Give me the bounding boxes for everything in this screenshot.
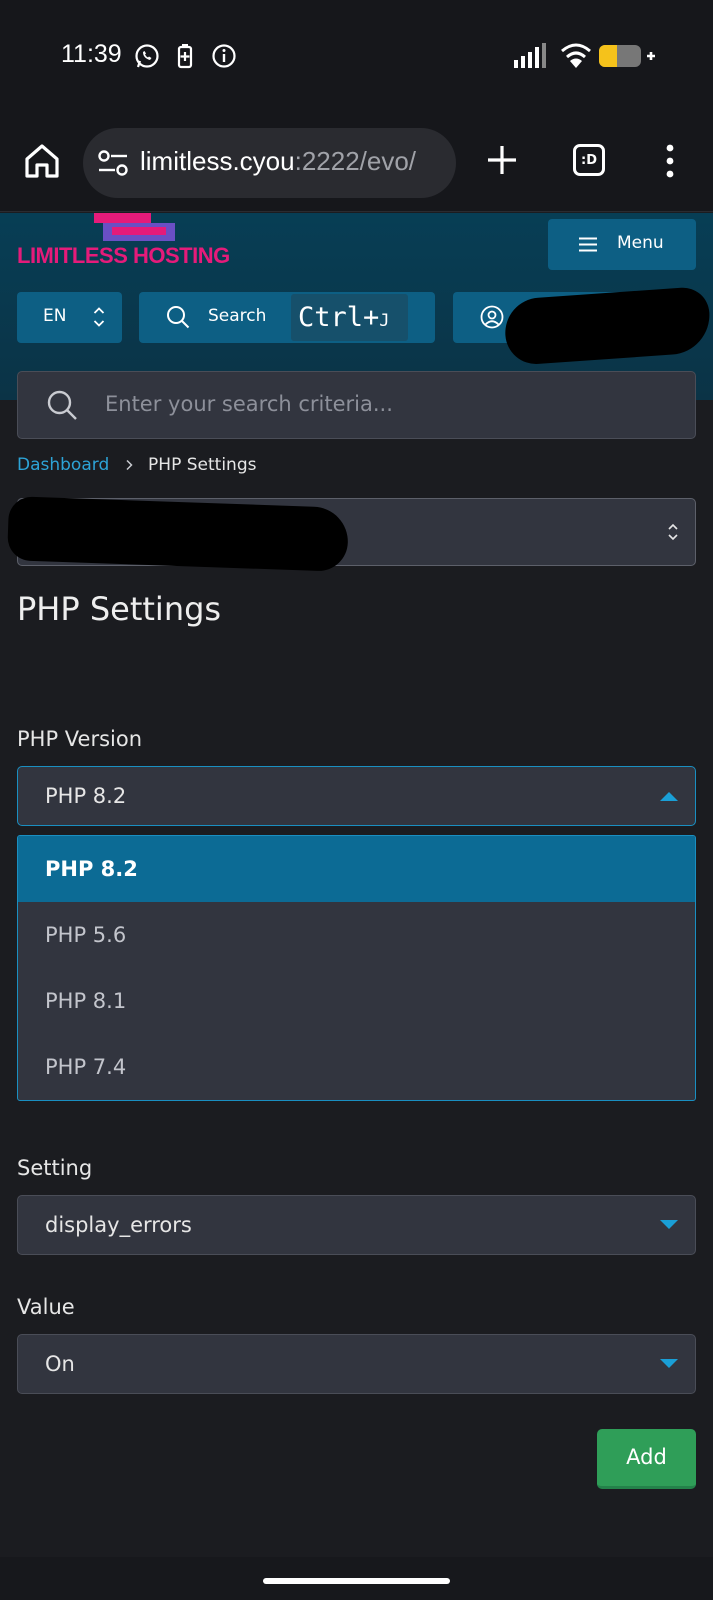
caret-up-icon xyxy=(660,792,678,801)
battery-icon xyxy=(599,45,655,67)
whatsapp-icon xyxy=(135,44,159,68)
language-label: EN xyxy=(43,306,67,326)
gesture-handle[interactable] xyxy=(263,1578,450,1584)
add-label: Add xyxy=(626,1445,667,1469)
search-icon xyxy=(47,390,77,420)
setting-select[interactable]: display_errors xyxy=(17,1195,696,1255)
status-bar: 11:39 xyxy=(0,0,713,115)
chevron-up-down-icon xyxy=(668,523,678,541)
php-version-option[interactable]: PHP 5.6 xyxy=(18,902,695,968)
new-tab-icon[interactable] xyxy=(484,142,520,178)
user-icon xyxy=(480,305,504,329)
global-search-input[interactable]: Enter your search criteria... xyxy=(17,371,696,439)
php-version-label: PHP Version xyxy=(17,727,143,751)
search-placeholder: Enter your search criteria... xyxy=(105,392,393,416)
caret-down-icon xyxy=(660,1220,678,1229)
signal-icon xyxy=(514,43,546,68)
browser-toolbar: limitless.cyou:2222/evo/ :D xyxy=(0,115,713,212)
option-label: PHP 5.6 xyxy=(45,923,127,947)
url-host: limitless.cyou xyxy=(140,146,295,176)
chevron-up-down-icon xyxy=(93,307,105,327)
option-label: PHP 8.2 xyxy=(45,857,138,881)
breadcrumb-dashboard-link[interactable]: Dashboard xyxy=(17,455,109,475)
logo-text: LIMITLESS HOSTING xyxy=(17,243,230,268)
page-title: PHP Settings xyxy=(17,590,222,628)
value-label: Value xyxy=(17,1295,75,1319)
system-nav-bar xyxy=(0,1557,713,1600)
site-settings-icon[interactable] xyxy=(97,149,129,177)
home-icon[interactable] xyxy=(22,141,62,181)
status-time: 11:39 xyxy=(61,40,122,68)
value-value: On xyxy=(45,1352,75,1376)
logo-mark-top xyxy=(94,213,151,223)
add-button[interactable]: Add xyxy=(597,1429,696,1489)
hamburger-icon xyxy=(579,237,597,252)
option-label: PHP 7.4 xyxy=(45,1055,127,1079)
php-version-value: PHP 8.2 xyxy=(45,784,127,808)
breadcrumb-current: PHP Settings xyxy=(148,455,257,475)
php-version-dropdown: PHP 8.2 PHP 5.6 PHP 8.1 PHP 7.4 xyxy=(17,835,696,1101)
search-icon xyxy=(167,306,190,329)
tab-switcher-button[interactable]: :D xyxy=(573,144,605,176)
option-label: PHP 8.1 xyxy=(45,989,127,1013)
menu-button[interactable]: Menu xyxy=(548,219,696,270)
setting-value: display_errors xyxy=(45,1213,192,1237)
more-options-icon[interactable] xyxy=(663,143,677,179)
redaction-mark xyxy=(6,496,350,572)
value-select[interactable]: On xyxy=(17,1334,696,1394)
php-version-option[interactable]: PHP 7.4 xyxy=(18,1034,695,1100)
search-label: Search xyxy=(208,306,267,326)
breadcrumb: Dashboard PHP Settings xyxy=(17,455,256,475)
wifi-icon xyxy=(561,43,591,68)
php-version-option[interactable]: PHP 8.1 xyxy=(18,968,695,1034)
chevron-right-icon xyxy=(126,459,133,471)
url-text[interactable]: limitless.cyou:2222/evo/ xyxy=(140,146,416,177)
shortcut-modifier: Ctrl+ xyxy=(298,302,380,333)
shortcut-key: J xyxy=(379,311,390,331)
search-button[interactable]: Search Ctrl+J xyxy=(139,292,435,343)
address-bar[interactable]: limitless.cyou:2222/evo/ xyxy=(83,128,456,198)
setting-label: Setting xyxy=(17,1156,93,1180)
language-select[interactable]: EN xyxy=(17,292,122,343)
logo[interactable]: LIMITLESS HOSTING xyxy=(17,213,247,273)
info-icon xyxy=(212,44,236,68)
menu-label: Menu xyxy=(617,233,664,253)
logo-mark-middle xyxy=(112,227,166,235)
php-version-option[interactable]: PHP 8.2 xyxy=(18,836,695,902)
keyboard-shortcut: Ctrl+J xyxy=(291,294,408,341)
url-path: :2222/evo/ xyxy=(294,146,417,176)
caret-down-icon xyxy=(660,1359,678,1368)
battery-saver-icon xyxy=(177,44,193,69)
php-version-select[interactable]: PHP 8.2 xyxy=(17,766,696,826)
